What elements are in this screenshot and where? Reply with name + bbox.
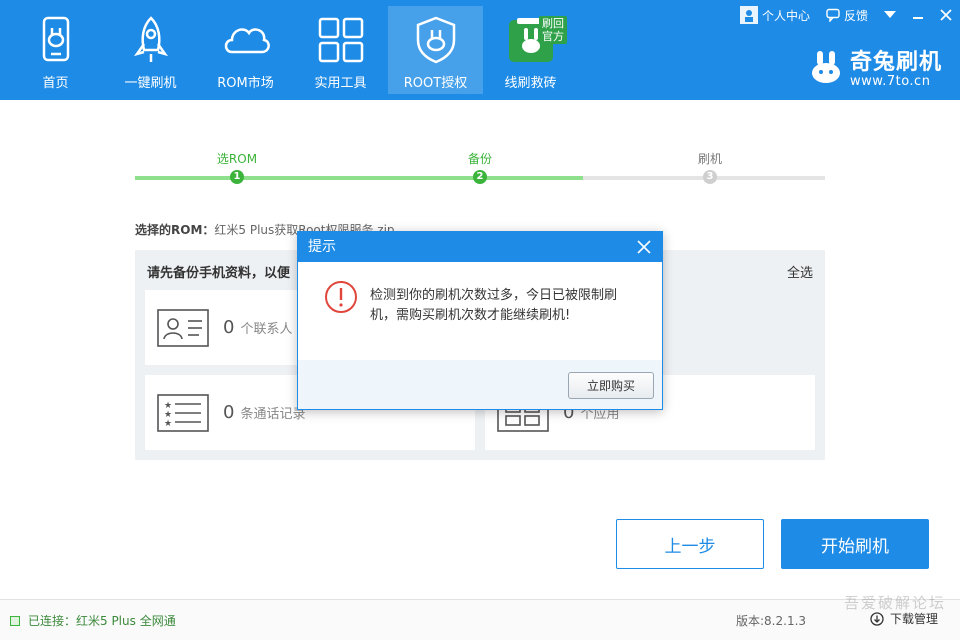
- brand-url: www.7to.cn: [849, 74, 931, 89]
- top-bar: 个人中心 反馈: [732, 0, 960, 30]
- nav-label: 线刷救砖: [504, 76, 557, 91]
- connection-text: 已连接：红米5 Plus 全网通: [28, 614, 176, 628]
- step-3: 刷机 3: [670, 150, 750, 184]
- shield-rabbit-icon: [416, 16, 455, 64]
- svg-text:★: ★: [164, 419, 172, 429]
- rocket-icon: [133, 16, 168, 62]
- backup-panel-title: 请先备份手机资料，以便: [147, 266, 291, 281]
- user-center-label: 个人中心: [761, 8, 810, 23]
- nav-label: ROM市场: [217, 76, 274, 91]
- connected-indicator-icon: [10, 615, 20, 626]
- grid-tools-icon: [318, 17, 363, 63]
- contacts-label: 个联系人: [240, 322, 293, 337]
- phone-home-icon: [42, 16, 69, 62]
- select-all-button[interactable]: 全选: [787, 262, 813, 281]
- step-number: 2: [473, 170, 487, 184]
- step-number: 1: [230, 170, 244, 184]
- contact-card-icon: [157, 308, 209, 347]
- chat-bubble-icon: [826, 8, 840, 22]
- rom-prefix: 选择的ROM：: [135, 223, 215, 237]
- step-1: 选ROM 1: [197, 150, 277, 184]
- step-progress: 选ROM 1 备份 2 刷机 3: [135, 150, 825, 190]
- brand-name: 奇兔刷机: [849, 50, 942, 75]
- connection-status: 已连接：红米5 Plus 全网通: [10, 612, 176, 629]
- triangle-down-icon: [884, 11, 896, 18]
- nav-item-rom-market[interactable]: ROM市场: [198, 6, 293, 94]
- brand-logo: 奇兔刷机 www.7to.cn: [808, 44, 942, 89]
- minimize-button[interactable]: [904, 0, 932, 30]
- watermark-text: 吾爱破解论坛: [843, 594, 946, 612]
- dialog-body: 检测到你的刷机次数过多，今日已被限制刷机，需购买刷机次数才能继续刷机!: [298, 262, 662, 360]
- step-number: 3: [703, 170, 717, 184]
- nav-label: 一键刷机: [124, 76, 177, 91]
- nav-item-tools[interactable]: 实用工具: [293, 6, 388, 94]
- nav-label: ROOT授权: [403, 76, 468, 91]
- alert-dialog: 提示 检测到你的刷机次数过多，今日已被限制刷机，需购买刷机次数才能继续刷机! 立…: [297, 231, 663, 410]
- previous-step-button[interactable]: 上一步: [616, 519, 764, 569]
- feedback-button[interactable]: 反馈: [818, 0, 876, 30]
- user-center-button[interactable]: 个人中心: [732, 0, 818, 30]
- step-label: 刷机: [697, 152, 722, 166]
- call-log-count: 0: [223, 402, 235, 423]
- dialog-close-button[interactable]: [634, 237, 654, 257]
- close-icon: [637, 240, 651, 254]
- close-window-button[interactable]: [932, 0, 960, 30]
- call-log-label: 条通话记录: [240, 407, 306, 422]
- feedback-label: 反馈: [843, 8, 868, 23]
- minimize-icon: [913, 17, 923, 19]
- app-header: 首页 一键刷机 ROM市场 实用工具 ROOT授权 刷回 官方 线刷救砖 个人中…: [0, 0, 960, 100]
- dialog-message: 检测到你的刷机次数过多，今日已被限制刷机，需购买刷机次数才能继续刷机!: [370, 288, 618, 323]
- warning-icon: [325, 281, 357, 313]
- rabbit-logo-icon: [811, 50, 840, 83]
- contacts-count: 0: [223, 317, 235, 338]
- nav-label: 首页: [42, 76, 69, 91]
- dialog-footer: 立即购买: [298, 360, 662, 409]
- status-bar: 已连接：红米5 Plus 全网通 版本:8.2.1.3 下载管理 吾爱破解论坛: [0, 594, 960, 640]
- dialog-title: 提示: [308, 239, 336, 255]
- version-text: 版本:8.2.1.3: [736, 614, 807, 628]
- start-flash-button[interactable]: 开始刷机: [781, 519, 929, 569]
- user-icon: [739, 6, 758, 24]
- step-label: 备份: [467, 152, 492, 166]
- nav-item-home[interactable]: 首页: [8, 6, 103, 94]
- nav-label: 实用工具: [314, 76, 367, 91]
- cloud-icon: [224, 28, 270, 54]
- buy-now-button[interactable]: 立即购买: [568, 372, 654, 399]
- close-icon: [940, 9, 952, 21]
- menu-dropdown-button[interactable]: [876, 0, 904, 30]
- dialog-header: 提示: [298, 232, 662, 262]
- nav-item-oneclick-flash[interactable]: 一键刷机: [103, 6, 198, 94]
- call-log-icon: ★ ★ ★: [157, 393, 209, 432]
- nav-item-brick-rescue[interactable]: 刷回 官方 线刷救砖: [483, 6, 578, 94]
- nav-item-root[interactable]: ROOT授权: [388, 6, 483, 94]
- step-label: 选ROM: [216, 152, 258, 166]
- download-icon: [870, 611, 884, 626]
- step-2: 备份 2: [440, 150, 520, 184]
- refresh-official-badge: 刷回 官方: [539, 16, 567, 44]
- main-nav: 首页 一键刷机 ROM市场 实用工具 ROOT授权 刷回 官方 线刷救砖: [8, 6, 578, 94]
